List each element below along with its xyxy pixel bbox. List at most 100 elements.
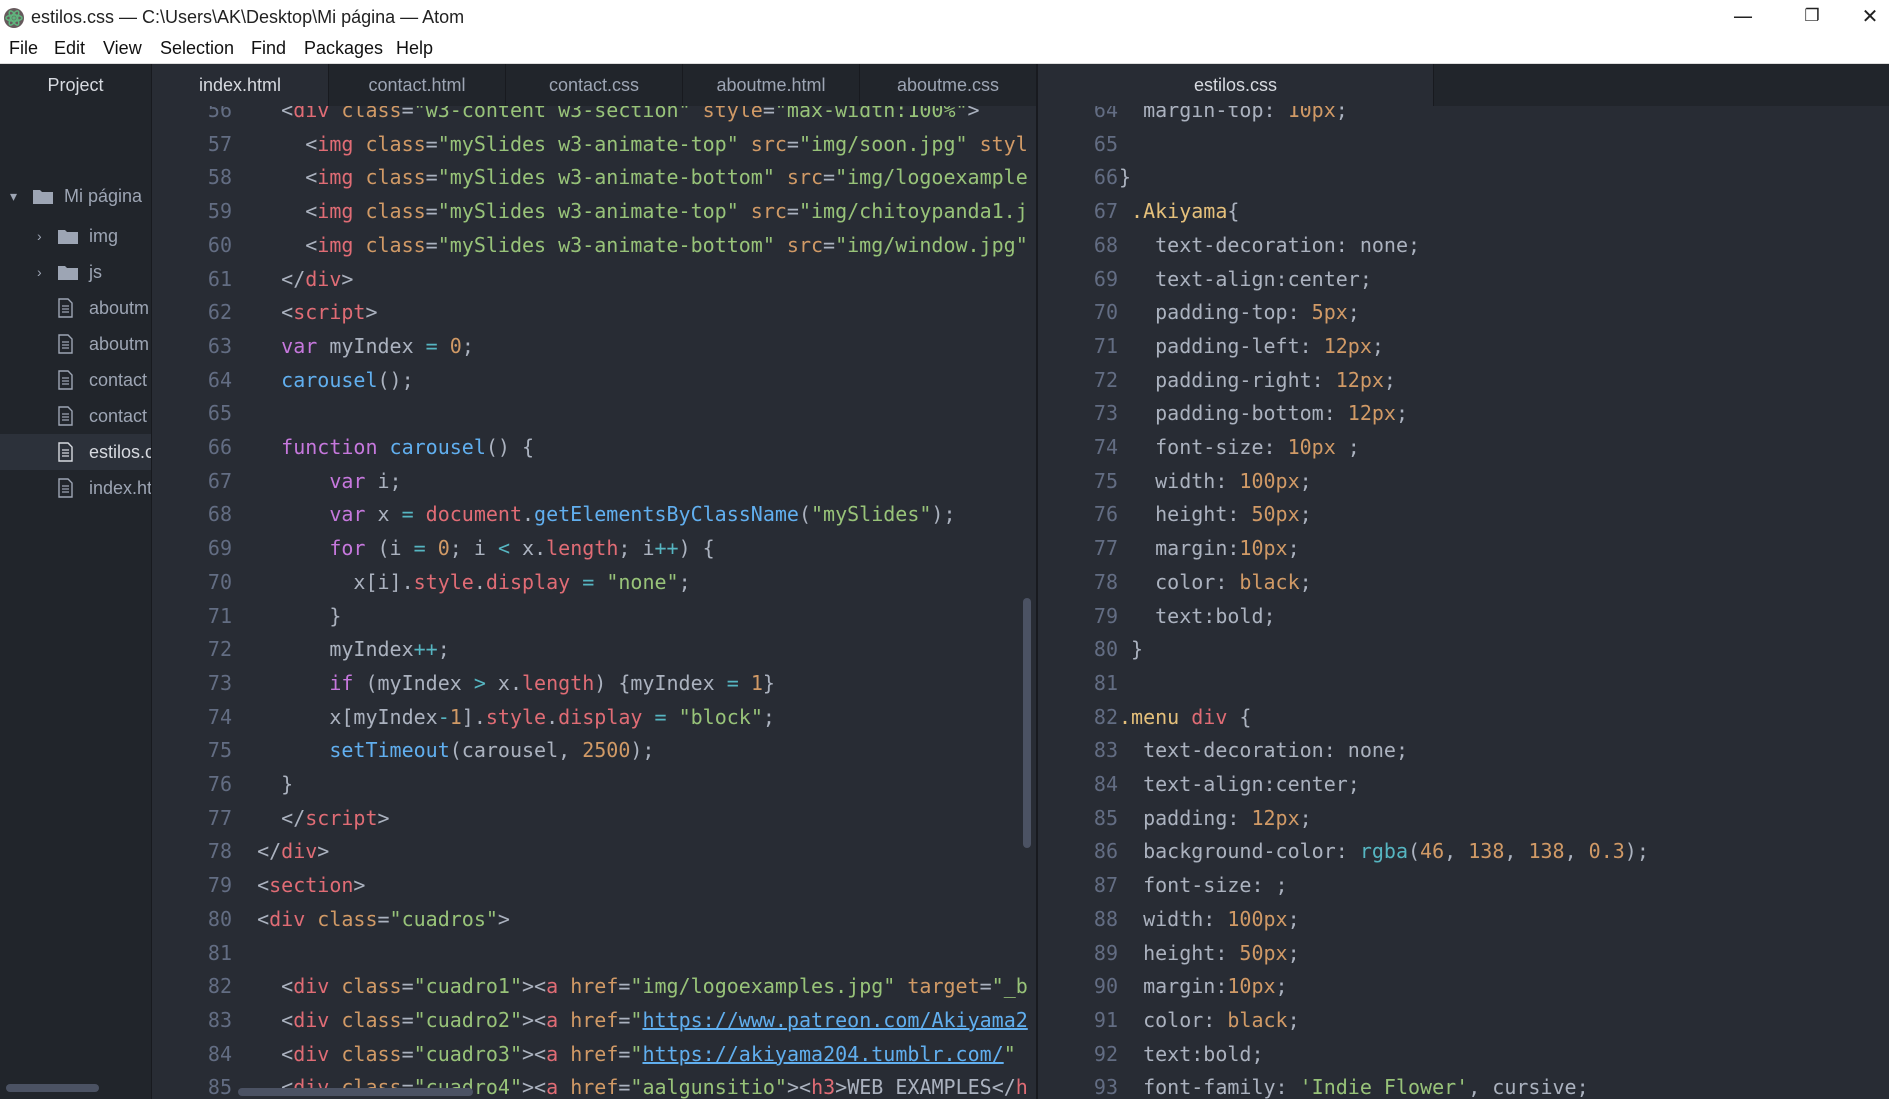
code-line[interactable]: <img class="mySlides w3-animate-top" src… bbox=[233, 128, 1028, 161]
tree-file[interactable]: contact bbox=[0, 362, 151, 398]
code-line[interactable]: color: black; bbox=[1119, 1004, 1300, 1037]
code-line[interactable]: var myIndex = 0; bbox=[233, 330, 474, 363]
tree-file[interactable]: index.ht bbox=[0, 470, 151, 506]
code-token: src bbox=[774, 165, 824, 190]
code-token: div bbox=[281, 839, 318, 864]
code-line[interactable]: <div class="cuadros"> bbox=[233, 903, 510, 936]
tree-folder-js[interactable]: › js bbox=[0, 254, 151, 290]
code-line[interactable]: } bbox=[233, 768, 293, 801]
tab-aboutme-css[interactable]: aboutme.css bbox=[860, 64, 1037, 106]
restore-button[interactable]: ❐ bbox=[1782, 0, 1842, 35]
code-line[interactable]: text-decoration: none; bbox=[1119, 229, 1420, 262]
menu-find[interactable]: Find bbox=[251, 38, 286, 59]
code-line[interactable]: for (i = 0; i < x.length; i++) { bbox=[233, 532, 714, 565]
code-line[interactable]: color: black; bbox=[1119, 566, 1312, 599]
menu-help[interactable]: Help bbox=[396, 38, 433, 59]
code-token: display bbox=[558, 704, 643, 729]
code-line[interactable]: </div> bbox=[233, 835, 329, 868]
code-line[interactable]: padding-top: 5px; bbox=[1119, 296, 1360, 329]
code-token: div bbox=[293, 1041, 330, 1066]
tab-project[interactable]: Project bbox=[0, 64, 151, 106]
code-line[interactable]: carousel(); bbox=[233, 364, 413, 397]
code-token: text:bold; bbox=[1119, 603, 1276, 628]
code-line[interactable]: x[myIndex-1].style.display = "block"; bbox=[233, 701, 775, 734]
code-line[interactable]: <section> bbox=[233, 869, 365, 902]
tab-estilos-css[interactable]: estilos.css bbox=[1038, 64, 1434, 106]
code-line[interactable]: .Akiyama{ bbox=[1119, 195, 1239, 228]
code-token: (carousel, bbox=[449, 738, 583, 763]
tab-contact-css[interactable]: contact.css bbox=[506, 64, 683, 106]
tree-file[interactable]: contact bbox=[0, 398, 151, 434]
code-line[interactable]: text-align:center; bbox=[1119, 768, 1360, 801]
tab-index-html[interactable]: index.html bbox=[152, 64, 329, 106]
menu-selection[interactable]: Selection bbox=[160, 38, 234, 59]
tab-contact-html[interactable]: contact.html bbox=[329, 64, 506, 106]
code-line[interactable]: <div class="cuadro2"><a href="https://ww… bbox=[233, 1004, 1028, 1037]
code-line[interactable]: padding-left: 12px; bbox=[1119, 330, 1384, 363]
code-line[interactable]: .menu div { bbox=[1119, 701, 1251, 734]
code-line[interactable]: font-size: ; bbox=[1119, 869, 1288, 902]
code-line[interactable]: if (myIndex > x.length) {myIndex = 1} bbox=[233, 667, 775, 700]
tree-file[interactable]: aboutm bbox=[0, 326, 151, 362]
code-line[interactable]: } bbox=[1119, 633, 1143, 666]
code-line[interactable]: <img class="mySlides w3-animate-top" src… bbox=[233, 195, 1028, 228]
code-line[interactable]: padding-bottom: 12px; bbox=[1119, 397, 1408, 430]
atom-logo-icon bbox=[4, 8, 24, 28]
code-line[interactable]: <img class="mySlides w3-animate-bottom" … bbox=[233, 161, 1028, 194]
left-horizontal-scrollbar[interactable] bbox=[238, 1088, 473, 1096]
code-token: x. bbox=[485, 670, 523, 695]
code-line[interactable]: padding: 12px; bbox=[1119, 802, 1312, 835]
menu-packages[interactable]: Packages bbox=[304, 38, 383, 59]
tree-horizontal-scrollbar[interactable] bbox=[6, 1084, 99, 1092]
code-line[interactable]: text:bold; bbox=[1119, 1038, 1263, 1071]
code-line[interactable]: height: 50px; bbox=[1119, 937, 1300, 970]
code-line[interactable]: width: 100px; bbox=[1119, 903, 1300, 936]
code-line[interactable]: x[i].style.display = "none"; bbox=[233, 566, 690, 599]
tree-folder-img[interactable]: › img bbox=[0, 218, 151, 254]
code-line[interactable]: margin-top: 10px; bbox=[1119, 106, 1348, 127]
menu-view[interactable]: View bbox=[103, 38, 142, 59]
code-line[interactable]: text-align:center; bbox=[1119, 263, 1372, 296]
code-line[interactable]: width: 100px; bbox=[1119, 465, 1312, 498]
code-token: var bbox=[233, 333, 318, 358]
code-line[interactable]: text-decoration: none; bbox=[1119, 734, 1408, 767]
left-vertical-scrollbar[interactable] bbox=[1023, 598, 1031, 848]
code-line[interactable]: var i; bbox=[233, 465, 401, 498]
left-editor[interactable]: 56 57 58 59 60 61 62 63 64 65 66 67 68 69 70 71 72 73 74 75… bbox=[152, 106, 1036, 1099]
code-line[interactable]: myIndex++; bbox=[233, 633, 449, 666]
code-line[interactable]: padding-right: 12px; bbox=[1119, 364, 1396, 397]
tree-file-selected[interactable]: estilos.c bbox=[0, 434, 151, 470]
close-button[interactable]: ✕ bbox=[1851, 0, 1889, 35]
code-line[interactable]: height: 50px; bbox=[1119, 498, 1312, 531]
code-line[interactable]: <div class="cuadro1"><a href="img/logoex… bbox=[233, 970, 1028, 1003]
code-link[interactable]: https://www.patreon.com/Akiyama2 bbox=[642, 1008, 1027, 1032]
code-line[interactable]: <div class="cuadro3"><a href="https://ak… bbox=[233, 1038, 1016, 1071]
code-line[interactable]: <img class="mySlides w3-animate-bottom" … bbox=[233, 229, 1028, 262]
tree-item-label: Mi página bbox=[64, 186, 143, 206]
line-number: 73 bbox=[207, 670, 232, 695]
code-link[interactable]: https://akiyama204.tumblr.com/ bbox=[642, 1042, 1003, 1066]
tree-file[interactable]: aboutm bbox=[0, 290, 151, 326]
tab-aboutme-html[interactable]: aboutme.html bbox=[683, 64, 860, 106]
code-line[interactable]: var x = document.getElementsByClassName(… bbox=[233, 498, 955, 531]
minimize-button[interactable]: — bbox=[1713, 0, 1773, 35]
code-line[interactable]: margin:10px; bbox=[1119, 970, 1288, 1003]
menu-file[interactable]: File bbox=[9, 38, 38, 59]
tree-root-folder[interactable]: ▾ Mi página bbox=[0, 178, 151, 214]
code-line[interactable]: <div class="w3-content w3-section" style… bbox=[233, 106, 979, 127]
code-line[interactable]: text:bold; bbox=[1119, 600, 1276, 633]
code-line[interactable]: } bbox=[1119, 161, 1131, 194]
code-line[interactable]: <script> bbox=[233, 296, 377, 329]
code-line[interactable]: } bbox=[233, 600, 341, 633]
right-editor[interactable]: 64 65 66 67 68 69 70 71 72 73 74 75 76 77 78 79 80 81 82 83… bbox=[1038, 106, 1889, 1099]
code-line[interactable]: font-size: 10px ; bbox=[1119, 431, 1360, 464]
code-line[interactable]: background-color: rgba(46, 138, 138, 0.3… bbox=[1119, 835, 1649, 868]
code-line[interactable]: function carousel() { bbox=[233, 431, 534, 464]
menu-edit[interactable]: Edit bbox=[54, 38, 85, 59]
code-line[interactable]: margin:10px; bbox=[1119, 532, 1300, 565]
code-line[interactable]: font-family: 'Indie Flower', cursive; bbox=[1119, 1071, 1589, 1099]
code-token: background-color: bbox=[1119, 839, 1360, 864]
code-line[interactable]: setTimeout(carousel, 2500); bbox=[233, 734, 654, 767]
code-line[interactable]: </div> bbox=[233, 263, 353, 296]
code-line[interactable]: </script> bbox=[233, 802, 389, 835]
